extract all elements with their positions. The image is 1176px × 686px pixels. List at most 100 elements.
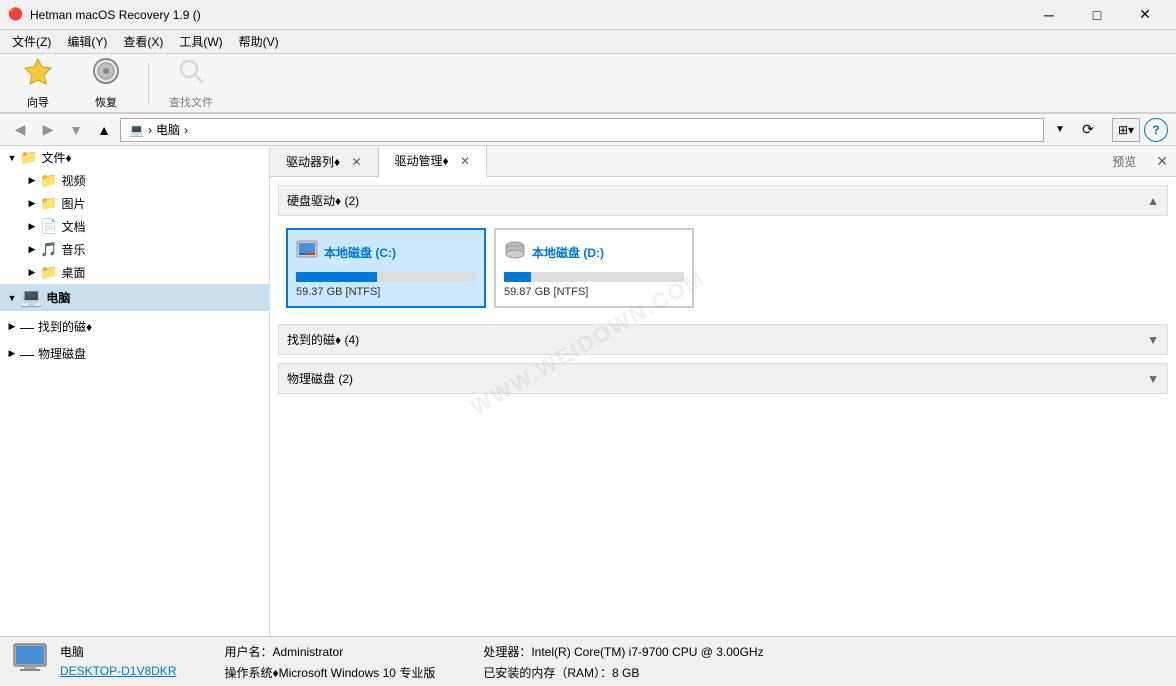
expand-image-icon[interactable]: ▶ bbox=[24, 196, 40, 212]
expand-found-icon[interactable]: ▶ bbox=[4, 319, 20, 335]
found-disks-icon: — bbox=[20, 319, 34, 335]
find-file-button[interactable]: 查找文件 bbox=[161, 57, 221, 109]
menu-view[interactable]: 查看(X) bbox=[115, 30, 171, 53]
status-computer-icon bbox=[12, 640, 48, 684]
image-folder-icon: 📁 bbox=[40, 195, 57, 212]
sidebar-item-files[interactable]: ▼ 📁 文件♦ bbox=[0, 146, 269, 169]
sidebar-docs-label: 文档 bbox=[61, 218, 85, 235]
preview-label: 预览 bbox=[1100, 147, 1148, 176]
down-button[interactable]: ▼ bbox=[64, 118, 88, 142]
section-physical-toggle[interactable]: ▼ bbox=[1147, 372, 1159, 386]
title-bar: 🔴 Hetman macOS Recovery 1.9 () ─ □ ✕ bbox=[0, 0, 1176, 30]
status-os: 操作系统♦Microsoft Windows 10 专业版 bbox=[224, 664, 435, 681]
sidebar-item-video[interactable]: ▶ 📁 视频 bbox=[16, 169, 269, 192]
expand-docs-icon[interactable]: ▶ bbox=[24, 219, 40, 235]
section-found-toggle[interactable]: ▼ bbox=[1147, 333, 1159, 347]
menu-tools[interactable]: 工具(W) bbox=[171, 30, 230, 53]
video-folder-icon: 📁 bbox=[40, 172, 57, 189]
restore-button[interactable]: 恢复 bbox=[76, 57, 136, 109]
maximize-button[interactable]: □ bbox=[1074, 0, 1120, 30]
expand-video-icon[interactable]: ▶ bbox=[24, 173, 40, 189]
sidebar-item-image[interactable]: ▶ 📁 图片 bbox=[16, 192, 269, 215]
app-title: Hetman macOS Recovery 1.9 () bbox=[30, 8, 1026, 22]
menu-file[interactable]: 文件(Z) bbox=[4, 30, 59, 53]
sidebar-item-music[interactable]: ▶ 🎵 音乐 bbox=[16, 238, 269, 261]
tab-drive-list-label: 驱动器列♦ bbox=[286, 155, 340, 169]
menu-edit[interactable]: 编辑(Y) bbox=[59, 30, 115, 53]
drive-card-c[interactable]: 本地磁盘 (C:) 59.37 GB [NTFS] bbox=[286, 228, 486, 308]
drive-d-name: 本地磁盘 (D:) bbox=[532, 244, 604, 261]
sidebar-files-children: ▶ 📁 视频 ▶ 📁 图片 ▶ 📄 文档 ▶ 🎵 音乐 ▶ 📁 bbox=[0, 169, 269, 284]
drive-d-fill bbox=[504, 272, 531, 282]
back-button[interactable]: ◀ bbox=[8, 118, 32, 142]
restore-label: 恢复 bbox=[95, 94, 117, 110]
section-found-title: 找到的磁♦ (4) bbox=[287, 331, 1147, 348]
preview-close-button[interactable]: ✕ bbox=[1148, 147, 1176, 176]
app-icon: 🔴 bbox=[8, 7, 24, 23]
status-info: 电脑 DESKTOP-D1V8DKR 用户名：Administrator 操作系… bbox=[60, 643, 1164, 681]
minimize-button[interactable]: ─ bbox=[1026, 0, 1072, 30]
status-cpu: 处理器：Intel(R) Core(TM) i7-9700 CPU @ 3.00… bbox=[483, 643, 763, 660]
tab-bar: 驱动器列♦ ✕ 驱动管理♦ ✕ 预览 ✕ bbox=[270, 146, 1176, 177]
breadcrumb-computer: 电脑 bbox=[156, 121, 180, 138]
sidebar-item-found[interactable]: ▶ — 找到的磁♦ bbox=[0, 315, 269, 338]
sidebar-item-desktop[interactable]: ▶ 📁 桌面 bbox=[16, 261, 269, 284]
tab-drive-manager[interactable]: 驱动管理♦ ✕ bbox=[379, 146, 488, 177]
windows-drive-icon bbox=[296, 238, 318, 266]
breadcrumb: 💻 › 电脑 › bbox=[129, 121, 188, 138]
status-col-cpu: 处理器：Intel(R) Core(TM) i7-9700 CPU @ 3.00… bbox=[483, 643, 763, 681]
drive-c-progress bbox=[296, 272, 476, 282]
wizard-button[interactable]: 向导 bbox=[8, 57, 68, 109]
status-os-value: Microsoft Windows 10 专业版 bbox=[279, 666, 436, 680]
section-found-header[interactable]: 找到的磁♦ (4) ▼ bbox=[278, 324, 1168, 355]
sidebar-desktop-label: 桌面 bbox=[61, 264, 85, 281]
expand-music-icon[interactable]: ▶ bbox=[24, 242, 40, 258]
sidebar-item-docs[interactable]: ▶ 📄 文档 bbox=[16, 215, 269, 238]
status-os-label: 操作系统♦ bbox=[224, 666, 278, 680]
address-dropdown-button[interactable]: ▼ bbox=[1048, 118, 1072, 142]
menu-help[interactable]: 帮助(V) bbox=[231, 30, 287, 53]
forward-button[interactable]: ▶ bbox=[36, 118, 60, 142]
docs-folder-icon: 📄 bbox=[40, 218, 57, 235]
drive-c-fill bbox=[296, 272, 377, 282]
drive-c-info: 59.37 GB [NTFS] bbox=[296, 286, 476, 298]
expand-desktop-icon[interactable]: ▶ bbox=[24, 265, 40, 281]
view-mode-button[interactable]: ⊞▾ bbox=[1112, 118, 1140, 142]
restore-icon bbox=[92, 57, 120, 92]
section-hdd-header[interactable]: 硬盘驱动♦ (2) ▲ bbox=[278, 185, 1168, 216]
expand-computer-icon[interactable]: ▼ bbox=[4, 290, 20, 306]
sidebar-video-label: 视频 bbox=[61, 172, 85, 189]
section-physical-header[interactable]: 物理磁盘 (2) ▼ bbox=[278, 363, 1168, 394]
breadcrumb-separator2: › bbox=[184, 123, 188, 137]
sidebar-item-computer[interactable]: ▼ 💻 电脑 bbox=[0, 284, 269, 311]
tab-drive-list-close[interactable]: ✕ bbox=[351, 155, 361, 169]
expand-physical-icon[interactable]: ▶ bbox=[4, 346, 20, 362]
status-bar: 电脑 DESKTOP-D1V8DKR 用户名：Administrator 操作系… bbox=[0, 636, 1176, 686]
refresh-button[interactable]: ⟳ bbox=[1076, 118, 1100, 142]
physical-disk-icon: — bbox=[20, 346, 34, 362]
status-user-label: 用户名： bbox=[224, 645, 272, 659]
up-button[interactable]: ▲ bbox=[92, 118, 116, 142]
folder-icon: 📁 bbox=[20, 149, 37, 166]
status-computer-link[interactable]: DESKTOP-D1V8DKR bbox=[60, 664, 176, 678]
status-ram-label: 已安装的内存（RAM）： bbox=[483, 666, 612, 680]
find-file-label: 查找文件 bbox=[169, 94, 213, 110]
wizard-icon bbox=[24, 57, 52, 92]
menu-bar: 文件(Z) 编辑(Y) 查看(X) 工具(W) 帮助(V) bbox=[0, 30, 1176, 54]
tab-drive-manager-label: 驱动管理♦ bbox=[395, 154, 449, 168]
tab-drive-list[interactable]: 驱动器列♦ ✕ bbox=[270, 147, 379, 176]
section-hdd-toggle[interactable]: ▲ bbox=[1147, 194, 1159, 208]
sidebar-files-label: 文件♦ bbox=[41, 149, 71, 166]
breadcrumb-separator: › bbox=[148, 123, 152, 137]
main-layout: ▼ 📁 文件♦ ▶ 📁 视频 ▶ 📁 图片 ▶ 📄 文档 ▶ 🎵 bbox=[0, 146, 1176, 636]
help-button[interactable]: ? bbox=[1144, 118, 1168, 142]
status-user-value: Administrator bbox=[273, 645, 344, 659]
tab-drive-manager-close[interactable]: ✕ bbox=[460, 154, 470, 168]
drive-card-d-header: 本地磁盘 (D:) bbox=[504, 238, 684, 266]
close-button[interactable]: ✕ bbox=[1122, 0, 1168, 30]
sidebar-item-physical[interactable]: ▶ — 物理磁盘 bbox=[0, 342, 269, 365]
drive-card-c-header: 本地磁盘 (C:) bbox=[296, 238, 476, 266]
address-box[interactable]: 💻 › 电脑 › bbox=[120, 118, 1044, 142]
drive-card-d[interactable]: 本地磁盘 (D:) 59.87 GB [NTFS] bbox=[494, 228, 694, 308]
expand-files-icon[interactable]: ▼ bbox=[4, 150, 20, 166]
